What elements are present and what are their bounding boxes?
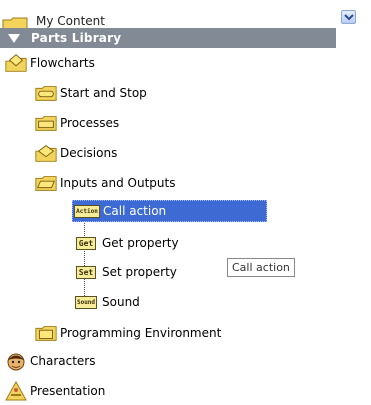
tree-item-label: Sound: [102, 295, 140, 309]
tree-item-call-action[interactable]: Action Call action: [72, 200, 267, 222]
tooltip: Call action: [227, 258, 295, 277]
tree-item-start-and-stop[interactable]: Start and Stop: [34, 82, 147, 104]
tree-item-inputs-and-outputs[interactable]: Inputs and Outputs: [34, 172, 175, 194]
action-badge-icon: Action: [73, 201, 101, 221]
collapse-triangle-icon: [8, 34, 20, 43]
scroll-down-button[interactable]: [341, 10, 356, 24]
tree-item-label: Decisions: [60, 146, 118, 160]
diamond-folder-icon: [4, 53, 28, 73]
tree-item-label: Characters: [30, 354, 96, 368]
tree-item-decisions[interactable]: Decisions: [34, 142, 117, 164]
tree-item-label: Start and Stop: [60, 86, 147, 100]
tree-item-label: Processes: [60, 116, 120, 130]
get-badge: Get: [75, 236, 97, 250]
parts-library-title: Parts Library: [31, 31, 122, 45]
character-face-icon: [4, 351, 28, 371]
tree-item-flowcharts[interactable]: Flowcharts: [4, 52, 95, 74]
folder-icon: [2, 17, 28, 28]
tree-item-get-property[interactable]: Get Get property: [72, 232, 179, 254]
chevron-down-icon: [344, 14, 354, 21]
sound-badge: Sound: [74, 295, 98, 309]
tree-item-label: Set property: [102, 265, 177, 279]
get-badge-icon: Get: [72, 233, 100, 253]
parts-tree: Flowcharts Start and Stop Processes Deci…: [0, 48, 336, 405]
folder-icon: [34, 323, 58, 343]
tree-item-sound[interactable]: Sound Sound: [72, 291, 140, 313]
tree-item-label: Flowcharts: [30, 56, 95, 70]
sound-badge-icon: Sound: [72, 292, 100, 312]
tree-item-label: Get property: [102, 236, 179, 250]
tree-item-label: Presentation: [30, 384, 106, 398]
tree-item-label: Programming Environment: [60, 326, 222, 340]
tree-item-set-property[interactable]: Set Set property: [72, 261, 177, 283]
tree-item-label: Inputs and Outputs: [60, 176, 176, 190]
set-badge-icon: Set: [72, 262, 100, 282]
tree-item-presentation[interactable]: Presentation: [4, 380, 105, 402]
tree-item-processes[interactable]: Processes: [34, 112, 119, 134]
presentation-icon: [4, 381, 28, 401]
tree-item-programming-environment[interactable]: Programming Environment: [34, 322, 221, 344]
diamond-folder-icon: [34, 143, 58, 163]
set-badge: Set: [75, 265, 97, 279]
parts-library-header[interactable]: Parts Library: [0, 28, 336, 48]
action-badge: Action: [74, 204, 100, 218]
tree-item-characters[interactable]: Characters: [4, 350, 96, 372]
folder-icon: [34, 173, 58, 193]
top-scrolled-row: My Content: [0, 0, 371, 28]
folder-icon: [34, 83, 58, 103]
my-content-label[interactable]: My Content: [36, 14, 105, 28]
tree-item-label: Call action: [103, 204, 167, 218]
folder-icon: [34, 113, 58, 133]
